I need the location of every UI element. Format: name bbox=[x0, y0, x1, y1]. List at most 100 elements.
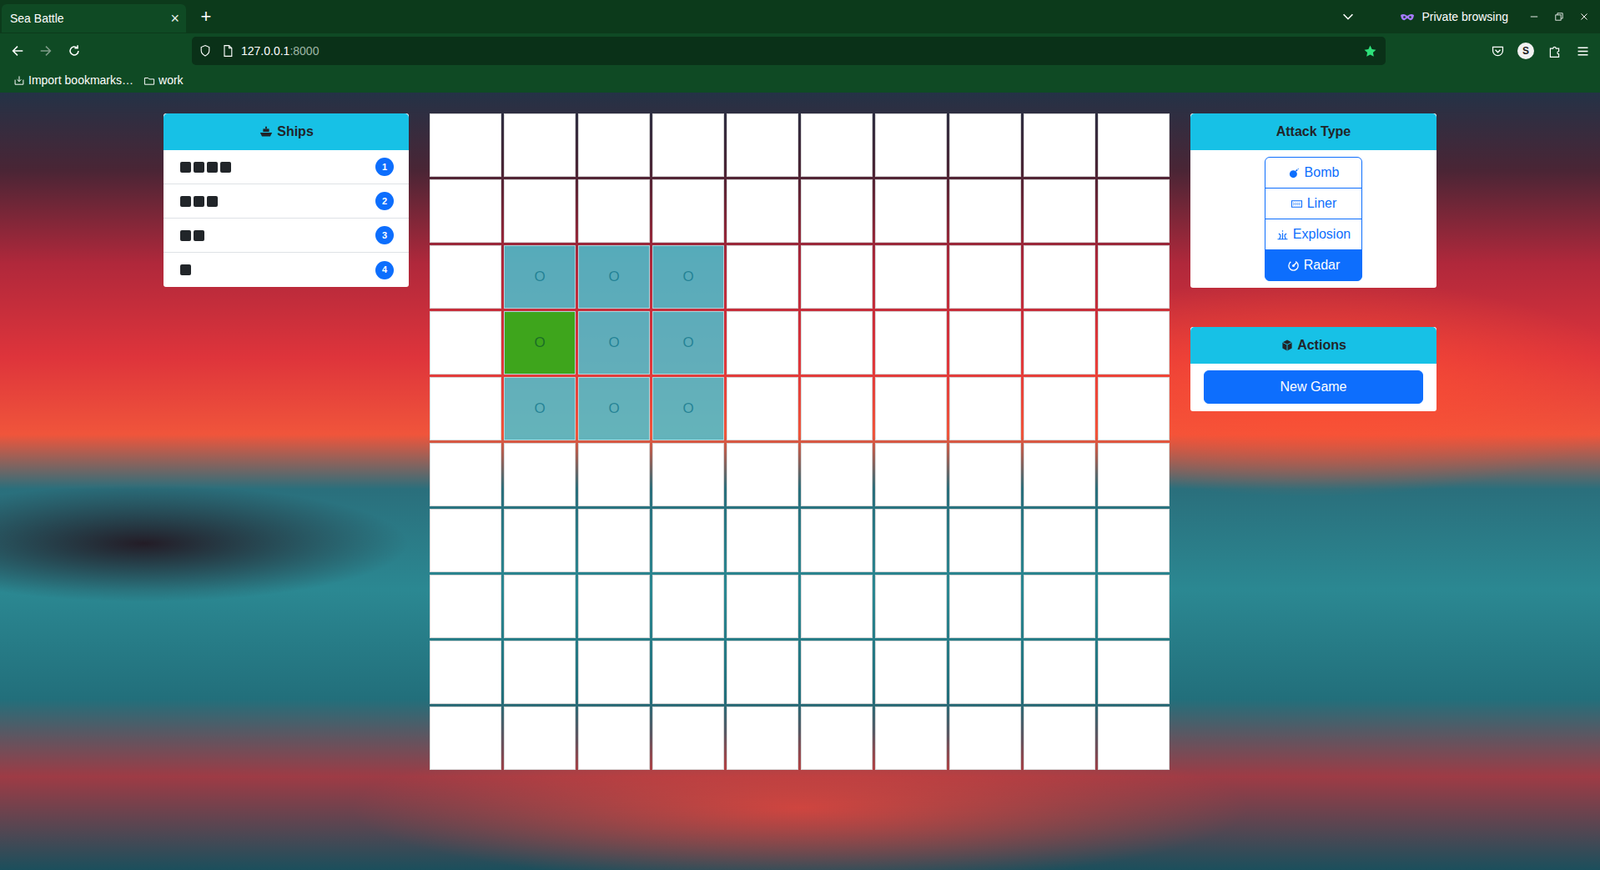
board-cell[interactable] bbox=[652, 508, 725, 573]
board-cell[interactable] bbox=[578, 706, 650, 770]
board-cell[interactable] bbox=[429, 179, 502, 243]
board-cell[interactable] bbox=[429, 113, 502, 177]
board-cell[interactable] bbox=[578, 113, 650, 177]
board-cell[interactable] bbox=[503, 640, 576, 705]
board-cell[interactable] bbox=[949, 377, 1022, 441]
board-cell[interactable]: O bbox=[652, 377, 725, 441]
board-cell[interactable] bbox=[726, 377, 799, 441]
board-cell[interactable] bbox=[726, 113, 799, 177]
new-tab-button[interactable]: + bbox=[192, 3, 220, 31]
new-game-button[interactable]: New Game bbox=[1203, 370, 1424, 404]
reload-button[interactable] bbox=[60, 36, 89, 66]
tab-list-chevron-icon[interactable] bbox=[1340, 9, 1356, 25]
board-cell[interactable] bbox=[1097, 640, 1170, 705]
board-cell[interactable] bbox=[726, 640, 799, 705]
window-close-button[interactable] bbox=[1571, 10, 1597, 23]
board-cell[interactable] bbox=[503, 706, 576, 770]
board-cell[interactable]: O bbox=[578, 311, 650, 375]
board-cell[interactable]: O bbox=[503, 311, 576, 375]
board-cell[interactable] bbox=[1097, 311, 1170, 375]
board-cell[interactable] bbox=[503, 442, 576, 507]
board-cell[interactable] bbox=[1023, 179, 1096, 243]
board-cell[interactable] bbox=[875, 574, 947, 639]
board-cell[interactable]: O bbox=[503, 245, 576, 309]
board-cell[interactable] bbox=[1023, 508, 1096, 573]
board-cell[interactable] bbox=[578, 640, 650, 705]
board-cell[interactable] bbox=[503, 179, 576, 243]
extensions-button[interactable] bbox=[1539, 36, 1569, 66]
board-cell[interactable] bbox=[726, 442, 799, 507]
board-cell[interactable] bbox=[429, 706, 502, 770]
board-cell[interactable] bbox=[429, 377, 502, 441]
board-cell[interactable] bbox=[875, 245, 947, 309]
board-cell[interactable] bbox=[726, 706, 799, 770]
board-cell[interactable] bbox=[875, 377, 947, 441]
window-minimize-button[interactable] bbox=[1521, 10, 1547, 23]
board-cell[interactable] bbox=[1097, 113, 1170, 177]
board-cell[interactable]: O bbox=[652, 245, 725, 309]
board-cell[interactable] bbox=[429, 311, 502, 375]
board-cell[interactable] bbox=[429, 640, 502, 705]
board-cell[interactable] bbox=[875, 508, 947, 573]
bookmark-item[interactable]: Import bookmarks… bbox=[8, 71, 139, 90]
board-cell[interactable] bbox=[578, 574, 650, 639]
board-cell[interactable] bbox=[652, 574, 725, 639]
attack-radar-button[interactable]: Radar bbox=[1264, 249, 1363, 282]
board-cell[interactable] bbox=[503, 113, 576, 177]
board-cell[interactable] bbox=[726, 574, 799, 639]
board-cell[interactable] bbox=[875, 706, 947, 770]
board-cell[interactable] bbox=[800, 574, 873, 639]
bookmark-star-icon[interactable] bbox=[1363, 44, 1378, 59]
board-cell[interactable] bbox=[1023, 442, 1096, 507]
attack-liner-button[interactable]: Liner bbox=[1264, 187, 1363, 220]
window-restore-button[interactable] bbox=[1546, 10, 1572, 23]
board-cell[interactable] bbox=[800, 245, 873, 309]
board-cell[interactable]: O bbox=[578, 377, 650, 441]
board-cell[interactable] bbox=[949, 442, 1022, 507]
board-cell[interactable] bbox=[1023, 377, 1096, 441]
board-cell[interactable] bbox=[800, 113, 873, 177]
board-cell[interactable] bbox=[429, 442, 502, 507]
board-cell[interactable] bbox=[652, 706, 725, 770]
board-cell[interactable] bbox=[1023, 113, 1096, 177]
board-cell[interactable]: O bbox=[652, 311, 725, 375]
board-cell[interactable] bbox=[429, 245, 502, 309]
board-cell[interactable] bbox=[726, 311, 799, 375]
board-cell[interactable] bbox=[1023, 574, 1096, 639]
board-cell[interactable] bbox=[800, 640, 873, 705]
board-cell[interactable] bbox=[726, 179, 799, 243]
board-cell[interactable] bbox=[1097, 179, 1170, 243]
board-cell[interactable] bbox=[949, 245, 1022, 309]
url-text[interactable]: 127.0.0.1:8000 bbox=[241, 42, 319, 61]
board-cell[interactable] bbox=[949, 706, 1022, 770]
board-cell[interactable] bbox=[1023, 640, 1096, 705]
board-cell[interactable] bbox=[949, 640, 1022, 705]
board-cell[interactable] bbox=[949, 574, 1022, 639]
board-cell[interactable] bbox=[1023, 706, 1096, 770]
board-cell[interactable] bbox=[1097, 574, 1170, 639]
board-cell[interactable] bbox=[875, 113, 947, 177]
board-cell[interactable] bbox=[875, 640, 947, 705]
board-cell[interactable] bbox=[503, 574, 576, 639]
pocket-button[interactable] bbox=[1483, 36, 1512, 66]
shield-icon[interactable] bbox=[198, 44, 212, 58]
account-button[interactable]: S bbox=[1511, 36, 1540, 66]
board-cell[interactable] bbox=[1023, 245, 1096, 309]
attack-explosion-button[interactable]: Explosion bbox=[1264, 218, 1363, 251]
back-button[interactable] bbox=[3, 36, 32, 66]
attack-bomb-button[interactable]: Bomb bbox=[1264, 156, 1363, 189]
board-cell[interactable] bbox=[800, 377, 873, 441]
board-cell[interactable] bbox=[726, 245, 799, 309]
board-cell[interactable] bbox=[1097, 706, 1170, 770]
forward-button[interactable] bbox=[31, 36, 61, 66]
board-cell[interactable] bbox=[1097, 245, 1170, 309]
board-cell[interactable] bbox=[726, 508, 799, 573]
board-cell[interactable] bbox=[875, 311, 947, 375]
board-cell[interactable]: O bbox=[578, 245, 650, 309]
tab-close-button[interactable]: × bbox=[170, 10, 180, 26]
board-cell[interactable] bbox=[503, 508, 576, 573]
board-cell[interactable] bbox=[800, 508, 873, 573]
board-cell[interactable] bbox=[800, 442, 873, 507]
board-cell[interactable] bbox=[800, 706, 873, 770]
browser-tab[interactable]: Sea Battle× bbox=[1, 4, 187, 33]
